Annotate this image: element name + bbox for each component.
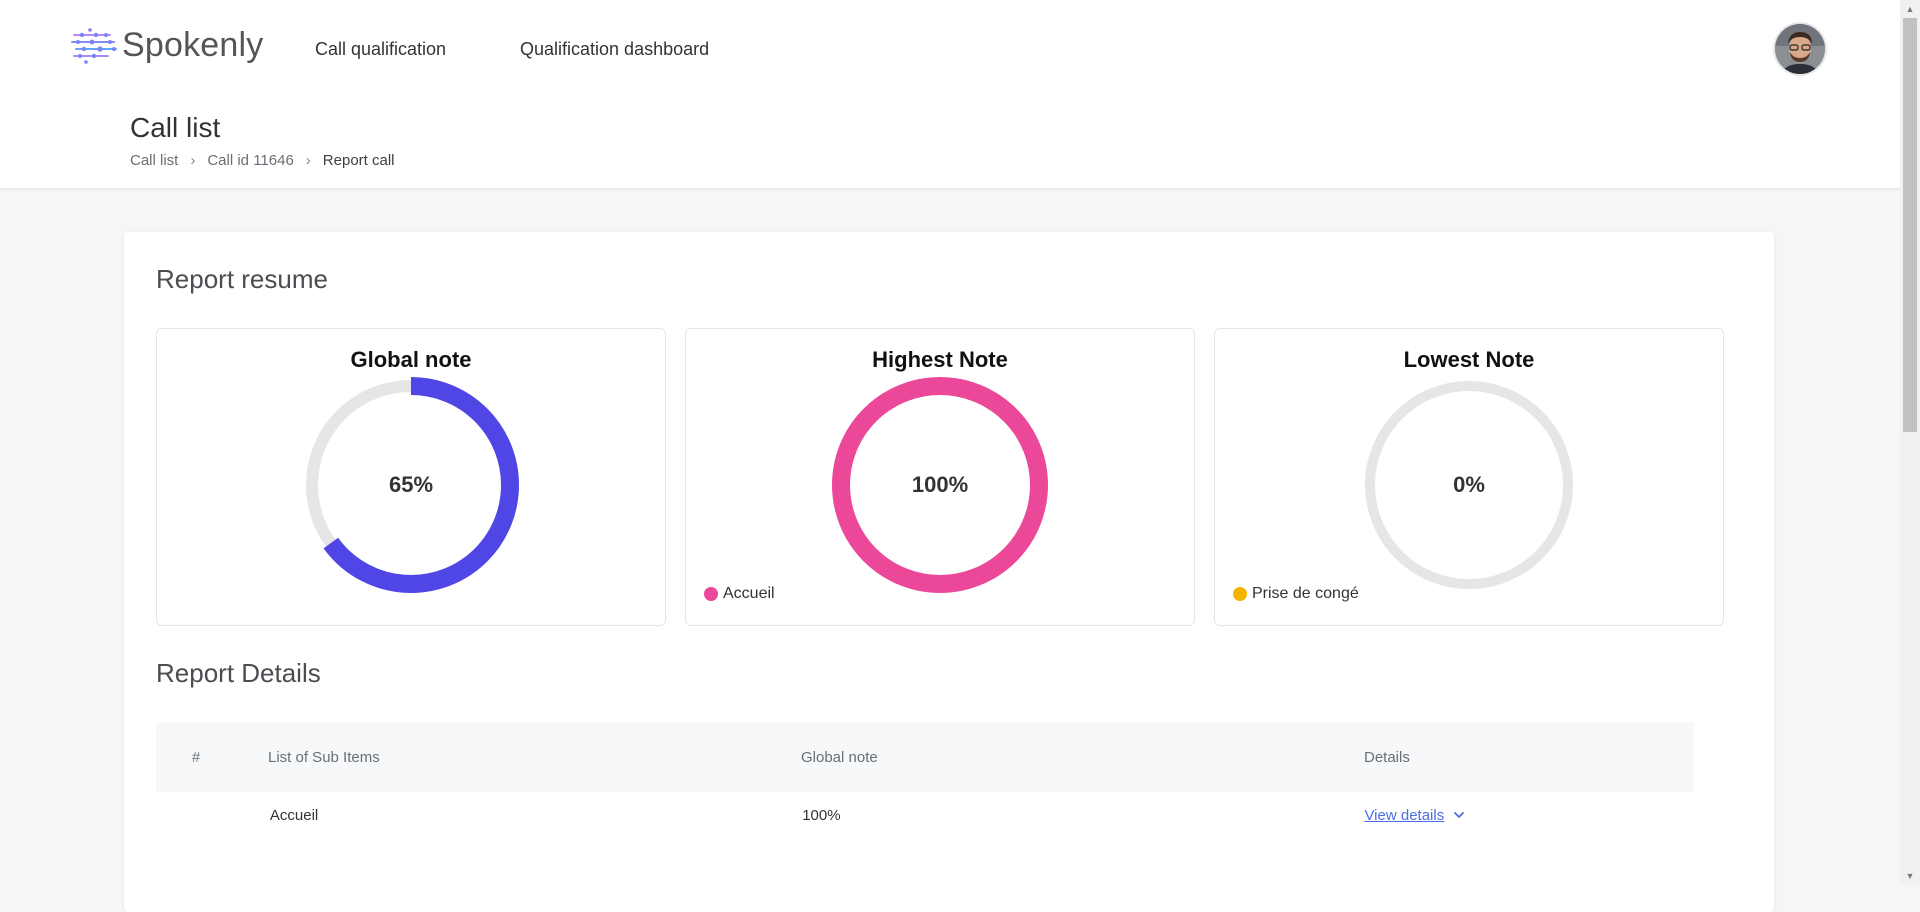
legend-label: Prise de congé — [1252, 585, 1359, 602]
breadcrumb-separator-icon: › — [305, 152, 311, 169]
legend-accueil[interactable]: Accueil — [704, 585, 775, 603]
legend-dot-icon — [1233, 587, 1247, 601]
vertical-scrollbar[interactable]: ▲ ▼ — [1900, 0, 1920, 885]
table-row: Accueil 100% View details — [156, 792, 1694, 838]
breadcrumb: Call list › Call id 11646 › Report call — [130, 152, 395, 169]
view-details-label: View details — [1364, 806, 1445, 824]
donut-value: 65% — [388, 472, 434, 497]
report-details-title: Report Details — [156, 658, 321, 688]
row-details: View details — [1364, 807, 1694, 824]
global-note-card: Global note 65% — [156, 328, 666, 626]
breadcrumb-report-call: Report call — [322, 152, 395, 169]
view-details-link[interactable]: View details — [1364, 807, 1466, 824]
legend-label: Accueil — [723, 585, 775, 602]
user-avatar[interactable] — [1775, 24, 1825, 74]
column-header-number: # — [191, 748, 201, 766]
donut-value: 100% — [911, 472, 969, 497]
breadcrumb-call-list[interactable]: Call list — [130, 152, 178, 169]
scroll-up-arrow-icon[interactable]: ▲ — [1900, 0, 1920, 18]
page-title: Call list — [130, 112, 221, 143]
breadcrumb-separator-icon: › — [190, 152, 196, 169]
column-header-global-note: Global note — [801, 748, 878, 766]
top-header: Spokenly Call qualification Qualificatio… — [0, 0, 1900, 188]
column-header-sub-items: List of Sub Items — [268, 748, 380, 766]
row-sub-item-name: Accueil — [269, 806, 319, 824]
donut-value: 0% — [1453, 472, 1485, 497]
stat-title: Lowest Note — [1403, 347, 1535, 372]
report-resume-title: Report resume — [156, 264, 328, 294]
scroll-thumb[interactable] — [1903, 18, 1917, 432]
highest-note-card: Highest Note 100% Accueil — [685, 328, 1195, 626]
table-header: # List of Sub Items Global note Details — [156, 722, 1694, 792]
nav-qualification-dashboard[interactable]: Qualification dashboard — [520, 39, 709, 60]
stat-title: Global note — [350, 347, 472, 372]
stat-title: Highest Note — [872, 347, 1008, 372]
nav-call-qualification[interactable]: Call qualification — [315, 39, 446, 60]
scroll-down-arrow-icon[interactable]: ▼ — [1900, 867, 1920, 885]
avatar-icon — [1775, 24, 1825, 74]
column-header-details: Details — [1364, 748, 1410, 766]
breadcrumb-call-id[interactable]: Call id 11646 — [207, 152, 293, 169]
brand-name: Spokenly — [122, 26, 264, 64]
legend-prise-de-conge[interactable]: Prise de congé — [1233, 585, 1359, 603]
legend-dot-icon — [704, 587, 718, 601]
report-details-table: # List of Sub Items Global note Details … — [156, 722, 1694, 838]
brand-logo[interactable]: Spokenly — [70, 26, 263, 65]
report-card: Report resume Global note 65% Highest No… — [124, 232, 1774, 912]
chevron-down-icon — [1454, 812, 1465, 818]
logo-icon — [71, 27, 117, 64]
row-global-note: 100% — [802, 806, 841, 824]
lowest-note-card: Lowest Note 0% Prise de congé — [1214, 328, 1724, 626]
